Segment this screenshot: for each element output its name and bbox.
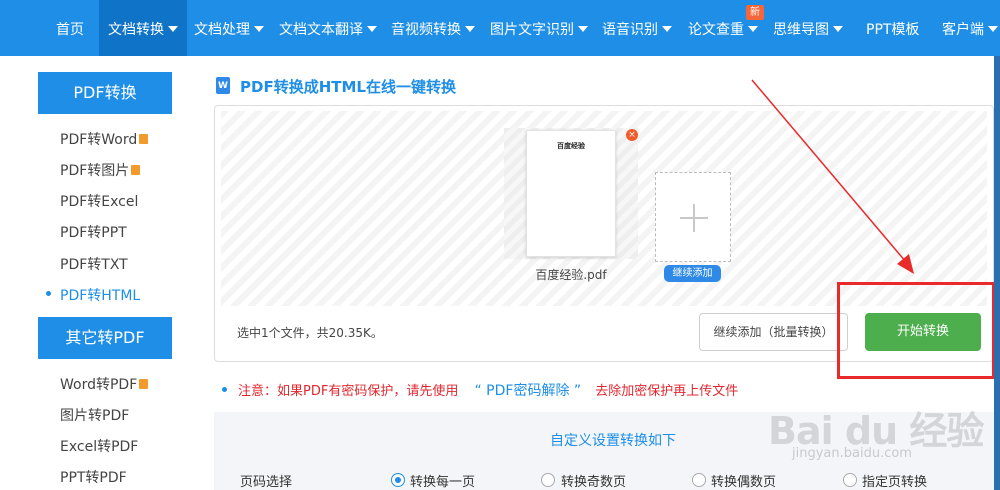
- chevron-down-icon: [833, 26, 843, 32]
- file-preview-text: 百度经验: [557, 142, 585, 150]
- remove-file-icon[interactable]: ×: [626, 129, 638, 141]
- sidebar-item-pdf-to-excel[interactable]: PDF转Excel: [60, 191, 138, 211]
- nav-speech[interactable]: 语音识别: [602, 0, 672, 56]
- chevron-down-icon: [988, 26, 998, 32]
- sidebar-item-label: PDF转Excel: [60, 194, 139, 210]
- radio-every-page[interactable]: [391, 473, 405, 487]
- hot-icon: [139, 134, 149, 144]
- sidebar-item-label: 图片转PDF: [60, 408, 130, 424]
- password-remove-link[interactable]: “ PDF密码解除 ”: [474, 383, 581, 399]
- sidebar-item-label: Excel转PDF: [60, 439, 139, 455]
- nav-mindmap-label: 思维导图: [773, 22, 829, 38]
- radio-label: 转换每一页: [410, 475, 476, 490]
- nav-home[interactable]: 首页: [56, 0, 84, 56]
- page-select-label: 页码选择: [240, 475, 293, 490]
- nav-av-convert-label: 音视频转换: [391, 22, 461, 38]
- nav-ocr-label: 图片文字识别: [490, 22, 574, 38]
- file-name: 百度经验.pdf: [535, 268, 607, 282]
- chevron-down-icon: [465, 26, 475, 32]
- settings-title: 自定义设置转换如下: [550, 433, 676, 449]
- continue-add-pill[interactable]: 继续添加: [664, 265, 721, 282]
- chevron-down-icon: [662, 26, 672, 32]
- notice-bullet-icon: [222, 387, 227, 392]
- new-badge: 新: [746, 5, 764, 20]
- right-edge-strip: [994, 56, 1000, 490]
- nav-client[interactable]: 客户端: [942, 0, 998, 56]
- nav-ppt-template[interactable]: PPT模板: [866, 0, 919, 56]
- sidebar-item-word-to-pdf[interactable]: Word转PDF: [60, 374, 149, 394]
- notice-prefix: 注意：如果PDF有密码保护，请先使用: [238, 384, 459, 399]
- chevron-down-icon: [748, 26, 758, 32]
- highlight-box: [837, 282, 995, 379]
- nav-doc-process[interactable]: 文档处理: [194, 0, 264, 56]
- sidebar-item-pdf-to-word[interactable]: PDF转Word: [60, 129, 149, 149]
- radio-specific-pages[interactable]: [843, 473, 857, 487]
- nav-doc-translate[interactable]: 文档文本翻译: [279, 0, 377, 56]
- nav-mindmap[interactable]: 思维导图: [773, 0, 843, 56]
- chevron-down-icon: [578, 26, 588, 32]
- chevron-down-icon: [168, 26, 178, 32]
- nav-home-label: 首页: [56, 22, 84, 38]
- sidebar-item-ppt-to-pdf[interactable]: PPT转PDF: [60, 467, 127, 487]
- file-summary: 选中1个文件，共20.35K。: [237, 326, 383, 340]
- file-preview-page: 百度经验: [526, 130, 616, 257]
- nav-doc-translate-label: 文档文本翻译: [279, 22, 363, 38]
- hot-icon: [139, 379, 149, 389]
- nav-doc-convert-label: 文档转换: [108, 22, 164, 38]
- sidebar-item-pdf-to-image[interactable]: PDF转图片: [60, 160, 141, 180]
- sidebar-item-label: Word转PDF: [60, 377, 138, 393]
- sidebar-item-excel-to-pdf[interactable]: Excel转PDF: [60, 436, 138, 456]
- add-file-box[interactable]: [655, 172, 731, 262]
- sidebar-item-label: PDF转图片: [60, 163, 130, 179]
- sidebar-item-label: PPT转PDF: [60, 470, 127, 486]
- sidebar-group-to-pdf: 其它转PDF: [38, 317, 172, 359]
- sidebar-item-label: PDF转TXT: [60, 257, 128, 273]
- nav-plagiarism-label: 论文查重: [688, 22, 744, 38]
- chevron-down-icon: [254, 26, 264, 32]
- hot-icon: [131, 165, 141, 175]
- nav-doc-convert[interactable]: 文档转换: [99, 0, 187, 56]
- sidebar-item-pdf-to-html[interactable]: PDF转HTML: [60, 285, 140, 305]
- word-doc-icon: W: [216, 77, 230, 94]
- radio-label: 指定页转换: [862, 475, 928, 490]
- nav-speech-label: 语音识别: [602, 22, 658, 38]
- top-nav-bar: 首页 文档转换 文档处理 文档文本翻译 音视频转换 图片文字识别 语音识别 论文…: [0, 0, 1000, 56]
- sidebar-group-pdf-convert: PDF转换: [38, 72, 172, 114]
- plus-icon-vertical: [693, 204, 695, 232]
- nav-ocr[interactable]: 图片文字识别: [490, 0, 588, 56]
- active-dot-icon: [46, 291, 51, 296]
- radio-odd-pages[interactable]: [541, 473, 555, 487]
- nav-client-label: 客户端: [942, 22, 984, 38]
- notice-suffix: 去除加密保护再上传文件: [595, 384, 739, 399]
- sidebar-item-image-to-pdf[interactable]: 图片转PDF: [60, 405, 129, 425]
- watermark-url: jingyan.baidu.com: [792, 446, 912, 461]
- sidebar-item-label: PDF转HTML: [60, 288, 141, 304]
- nav-doc-process-label: 文档处理: [194, 22, 250, 38]
- sidebar-item-pdf-to-ppt[interactable]: PDF转PPT: [60, 222, 127, 242]
- batch-add-button[interactable]: 继续添加（批量转换）: [699, 313, 848, 351]
- radio-label: 转换奇数页: [561, 475, 627, 490]
- sidebar-item-label: PDF转Word: [60, 132, 138, 148]
- nav-av-convert[interactable]: 音视频转换: [391, 0, 475, 56]
- radio-even-pages[interactable]: [692, 473, 706, 487]
- notice-text: 注意：如果PDF有密码保护，请先使用 “ PDF密码解除 ” 去除加密保护再上传…: [238, 380, 738, 400]
- sidebar-item-pdf-to-txt[interactable]: PDF转TXT: [60, 254, 128, 274]
- chevron-down-icon: [367, 26, 377, 32]
- page-title: PDF转换成HTML在线一键转换: [240, 78, 456, 96]
- nav-ppt-template-label: PPT模板: [866, 22, 920, 38]
- radio-label: 转换偶数页: [711, 475, 777, 490]
- sidebar-item-label: PDF转PPT: [60, 225, 127, 241]
